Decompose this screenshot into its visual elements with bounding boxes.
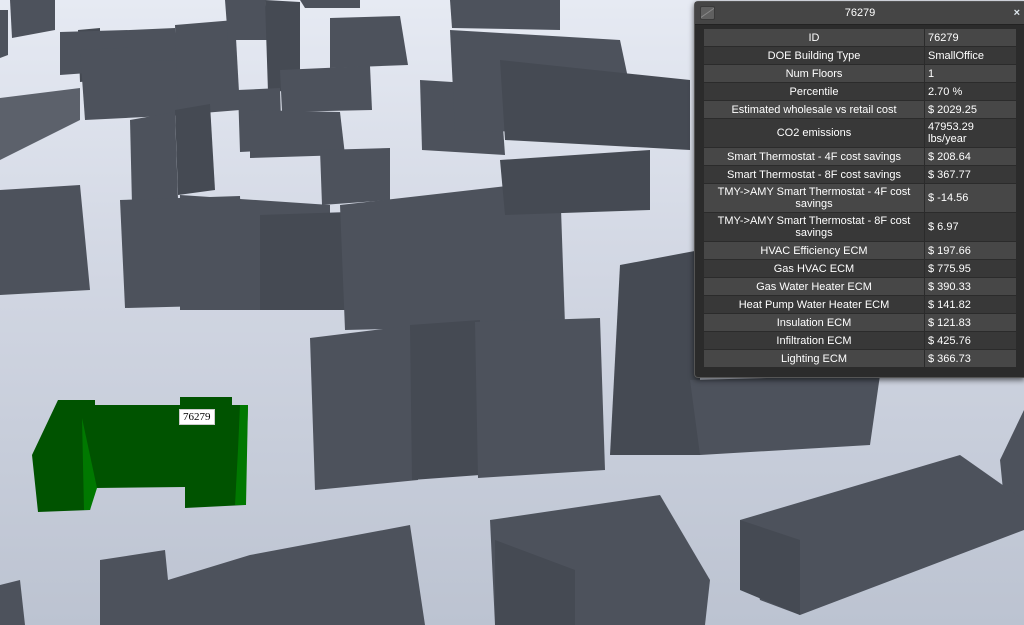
building[interactable]	[690, 375, 880, 455]
attribute-name: Smart Thermostat - 4F cost savings	[703, 147, 925, 166]
close-button[interactable]: ×	[1014, 7, 1020, 19]
building[interactable]	[175, 104, 215, 195]
attribute-name: Gas HVAC ECM	[703, 259, 925, 278]
attribute-name: Percentile	[703, 82, 925, 101]
panel-title: 76279	[844, 7, 876, 19]
building[interactable]	[0, 185, 90, 295]
building[interactable]	[500, 60, 690, 150]
building-attributes-table: ID 76279 DOE Building Type SmallOffice Num F…	[703, 28, 1017, 368]
attribute-name: HVAC Efficiency ECM	[703, 241, 925, 260]
building[interactable]	[610, 250, 700, 455]
building[interactable]	[410, 320, 480, 480]
building[interactable]	[225, 0, 268, 40]
attribute-name: Infiltration ECM	[703, 331, 925, 350]
attribute-name: Heat Pump Water Heater ECM	[703, 295, 925, 314]
attribute-name: TMY->AMY Smart Thermostat - 4F cost savi…	[703, 183, 925, 213]
attribute-value: $ -14.56	[924, 183, 1017, 213]
table-row: HVAC Efficiency ECM $ 197.66	[703, 241, 1017, 260]
attribute-name: Estimated wholesale vs retail cost	[703, 100, 925, 119]
building[interactable]	[500, 150, 650, 215]
attribute-value: $ 366.73	[924, 349, 1017, 368]
table-row: Insulation ECM $ 121.83	[703, 313, 1017, 332]
building[interactable]	[0, 10, 8, 58]
attribute-value: $ 425.76	[924, 331, 1017, 350]
table-row: DOE Building Type SmallOffice	[703, 46, 1017, 65]
table-row: TMY->AMY Smart Thermostat - 4F cost savi…	[703, 183, 1017, 213]
building[interactable]	[10, 0, 55, 38]
attribute-value: 1	[924, 64, 1017, 83]
building-info-panel: 76279 × ID 76279 DOE Building Type SmallOff…	[694, 1, 1024, 378]
attribute-value: $ 121.83	[924, 313, 1017, 332]
building[interactable]	[320, 148, 390, 205]
building[interactable]	[130, 28, 178, 62]
attribute-value: $ 367.77	[924, 165, 1017, 184]
table-row: Lighting ECM $ 366.73	[703, 349, 1017, 368]
panel-header[interactable]: 76279 ×	[695, 2, 1024, 25]
table-row: Smart Thermostat - 4F cost savings $ 208.…	[703, 147, 1017, 166]
attribute-name: DOE Building Type	[703, 46, 925, 65]
attribute-name: ID	[703, 28, 925, 47]
building-id-label[interactable]: 76279	[179, 409, 215, 425]
table-row: Gas HVAC ECM $ 775.95	[703, 259, 1017, 278]
building[interactable]	[0, 580, 25, 625]
attribute-name: Insulation ECM	[703, 313, 925, 332]
table-row: Num Floors 1	[703, 64, 1017, 83]
panel-toggle-icon[interactable]	[700, 6, 715, 20]
attribute-value: $ 208.64	[924, 147, 1017, 166]
attribute-value: 47953.29 lbs/year	[924, 118, 1017, 148]
attribute-value: $ 2029.25	[924, 100, 1017, 119]
attribute-name: Num Floors	[703, 64, 925, 83]
building[interactable]	[475, 318, 605, 478]
attribute-name: Gas Water Heater ECM	[703, 277, 925, 296]
table-row: Gas Water Heater ECM $ 390.33	[703, 277, 1017, 296]
attribute-name: Smart Thermostat - 8F cost savings	[703, 165, 925, 184]
attribute-name: TMY->AMY Smart Thermostat - 8F cost savi…	[703, 212, 925, 242]
building[interactable]	[0, 88, 80, 160]
table-row: Estimated wholesale vs retail cost $ 2029…	[703, 100, 1017, 119]
building[interactable]	[130, 112, 178, 205]
attribute-name: CO2 emissions	[703, 118, 925, 148]
table-row: CO2 emissions 47953.29 lbs/year	[703, 118, 1017, 148]
selected-building[interactable]	[32, 397, 248, 512]
attribute-name: Lighting ECM	[703, 349, 925, 368]
attribute-value: $ 775.95	[924, 259, 1017, 278]
table-row: Smart Thermostat - 8F cost savings $ 367.…	[703, 165, 1017, 184]
table-row: Infiltration ECM $ 425.76	[703, 331, 1017, 350]
table-row: TMY->AMY Smart Thermostat - 8F cost savi…	[703, 212, 1017, 242]
attribute-value: 76279	[924, 28, 1017, 47]
building[interactable]	[280, 66, 372, 112]
table-row: Heat Pump Water Heater ECM $ 141.82	[703, 295, 1017, 314]
attribute-value: SmallOffice	[924, 46, 1017, 65]
building[interactable]	[450, 0, 560, 30]
building[interactable]	[100, 525, 425, 625]
table-row: ID 76279	[703, 28, 1017, 47]
building[interactable]	[300, 0, 360, 8]
attribute-value: $ 197.66	[924, 241, 1017, 260]
attribute-value: $ 141.82	[924, 295, 1017, 314]
attribute-value: 2.70 %	[924, 82, 1017, 101]
building[interactable]	[330, 16, 408, 68]
attribute-value: $ 6.97	[924, 212, 1017, 242]
attribute-value: $ 390.33	[924, 277, 1017, 296]
table-row: Percentile 2.70 %	[703, 82, 1017, 101]
building[interactable]	[310, 325, 418, 490]
